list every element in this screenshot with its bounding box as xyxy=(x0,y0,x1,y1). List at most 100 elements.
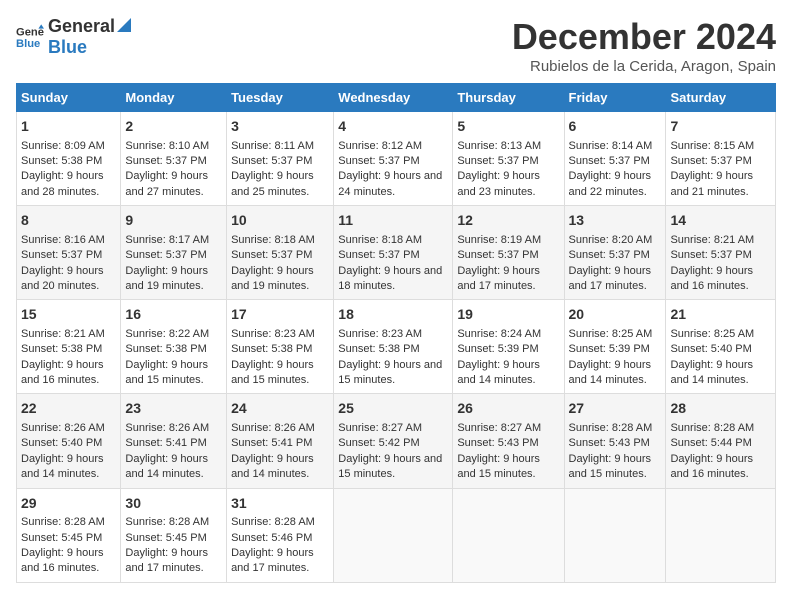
calendar-cell: 30 Sunrise: 8:28 AM Sunset: 5:45 PM Dayl… xyxy=(121,488,227,582)
sunrise-text: Sunrise: 8:28 AM xyxy=(21,516,105,528)
daylight-text: Daylight: 9 hours and 15 minutes. xyxy=(569,453,652,480)
calendar-week-row: 22 Sunrise: 8:26 AM Sunset: 5:40 PM Dayl… xyxy=(17,394,776,488)
calendar-cell: 11 Sunrise: 8:18 AM Sunset: 5:37 PM Dayl… xyxy=(334,206,453,300)
daylight-text: Daylight: 9 hours and 14 minutes. xyxy=(569,359,652,386)
calendar-cell: 4 Sunrise: 8:12 AM Sunset: 5:37 PM Dayli… xyxy=(334,112,453,206)
calendar-cell: 18 Sunrise: 8:23 AM Sunset: 5:38 PM Dayl… xyxy=(334,300,453,394)
sunset-text: Sunset: 5:43 PM xyxy=(569,437,650,449)
sunrise-text: Sunrise: 8:20 AM xyxy=(569,234,653,246)
day-number: 21 xyxy=(670,305,771,325)
sunset-text: Sunset: 5:37 PM xyxy=(231,155,312,167)
sunset-text: Sunset: 5:37 PM xyxy=(457,155,538,167)
sunrise-text: Sunrise: 8:25 AM xyxy=(569,328,653,340)
day-number: 20 xyxy=(569,305,662,325)
sunrise-text: Sunrise: 8:15 AM xyxy=(670,140,754,152)
calendar-table: SundayMondayTuesdayWednesdayThursdayFrid… xyxy=(16,83,776,583)
calendar-cell xyxy=(453,488,564,582)
sunset-text: Sunset: 5:37 PM xyxy=(670,249,751,261)
sunset-text: Sunset: 5:38 PM xyxy=(21,155,102,167)
day-number: 5 xyxy=(457,117,559,137)
daylight-text: Daylight: 9 hours and 15 minutes. xyxy=(231,359,314,386)
day-number: 4 xyxy=(338,117,448,137)
calendar-week-row: 29 Sunrise: 8:28 AM Sunset: 5:45 PM Dayl… xyxy=(17,488,776,582)
daylight-text: Daylight: 9 hours and 19 minutes. xyxy=(125,265,208,292)
location-title: Rubielos de la Cerida, Aragon, Spain xyxy=(512,58,776,75)
day-number: 28 xyxy=(670,399,771,419)
header-day: Saturday xyxy=(666,84,776,112)
daylight-text: Daylight: 9 hours and 16 minutes. xyxy=(670,453,753,480)
calendar-week-row: 15 Sunrise: 8:21 AM Sunset: 5:38 PM Dayl… xyxy=(17,300,776,394)
sunrise-text: Sunrise: 8:13 AM xyxy=(457,140,541,152)
calendar-cell: 7 Sunrise: 8:15 AM Sunset: 5:37 PM Dayli… xyxy=(666,112,776,206)
logo: General Blue General Blue xyxy=(16,16,131,58)
sunrise-text: Sunrise: 8:16 AM xyxy=(21,234,105,246)
calendar-cell: 23 Sunrise: 8:26 AM Sunset: 5:41 PM Dayl… xyxy=(121,394,227,488)
logo-general: General xyxy=(48,16,115,37)
calendar-cell: 22 Sunrise: 8:26 AM Sunset: 5:40 PM Dayl… xyxy=(17,394,121,488)
daylight-text: Daylight: 9 hours and 20 minutes. xyxy=(21,265,104,292)
calendar-cell: 16 Sunrise: 8:22 AM Sunset: 5:38 PM Dayl… xyxy=(121,300,227,394)
day-number: 1 xyxy=(21,117,116,137)
day-number: 25 xyxy=(338,399,448,419)
day-number: 8 xyxy=(21,211,116,231)
daylight-text: Daylight: 9 hours and 17 minutes. xyxy=(231,547,314,574)
daylight-text: Daylight: 9 hours and 21 minutes. xyxy=(670,170,753,197)
sunrise-text: Sunrise: 8:26 AM xyxy=(21,422,105,434)
sunrise-text: Sunrise: 8:23 AM xyxy=(338,328,422,340)
sunrise-text: Sunrise: 8:27 AM xyxy=(457,422,541,434)
calendar-cell: 15 Sunrise: 8:21 AM Sunset: 5:38 PM Dayl… xyxy=(17,300,121,394)
calendar-week-row: 1 Sunrise: 8:09 AM Sunset: 5:38 PM Dayli… xyxy=(17,112,776,206)
daylight-text: Daylight: 9 hours and 14 minutes. xyxy=(21,453,104,480)
day-number: 11 xyxy=(338,211,448,231)
calendar-cell: 24 Sunrise: 8:26 AM Sunset: 5:41 PM Dayl… xyxy=(227,394,334,488)
sunrise-text: Sunrise: 8:14 AM xyxy=(569,140,653,152)
calendar-cell: 25 Sunrise: 8:27 AM Sunset: 5:42 PM Dayl… xyxy=(334,394,453,488)
sunrise-text: Sunrise: 8:19 AM xyxy=(457,234,541,246)
calendar-cell: 17 Sunrise: 8:23 AM Sunset: 5:38 PM Dayl… xyxy=(227,300,334,394)
daylight-text: Daylight: 9 hours and 19 minutes. xyxy=(231,265,314,292)
daylight-text: Daylight: 9 hours and 18 minutes. xyxy=(338,265,442,292)
sunset-text: Sunset: 5:41 PM xyxy=(125,437,206,449)
sunrise-text: Sunrise: 8:22 AM xyxy=(125,328,209,340)
sunset-text: Sunset: 5:45 PM xyxy=(21,532,102,544)
daylight-text: Daylight: 9 hours and 16 minutes. xyxy=(670,265,753,292)
day-number: 6 xyxy=(569,117,662,137)
sunrise-text: Sunrise: 8:09 AM xyxy=(21,140,105,152)
sunrise-text: Sunrise: 8:26 AM xyxy=(125,422,209,434)
day-number: 19 xyxy=(457,305,559,325)
daylight-text: Daylight: 9 hours and 15 minutes. xyxy=(457,453,540,480)
calendar-cell: 2 Sunrise: 8:10 AM Sunset: 5:37 PM Dayli… xyxy=(121,112,227,206)
sunset-text: Sunset: 5:46 PM xyxy=(231,532,312,544)
daylight-text: Daylight: 9 hours and 25 minutes. xyxy=(231,170,314,197)
daylight-text: Daylight: 9 hours and 15 minutes. xyxy=(338,359,442,386)
sunset-text: Sunset: 5:37 PM xyxy=(125,249,206,261)
sunrise-text: Sunrise: 8:17 AM xyxy=(125,234,209,246)
day-number: 14 xyxy=(670,211,771,231)
calendar-cell: 28 Sunrise: 8:28 AM Sunset: 5:44 PM Dayl… xyxy=(666,394,776,488)
calendar-cell: 1 Sunrise: 8:09 AM Sunset: 5:38 PM Dayli… xyxy=(17,112,121,206)
daylight-text: Daylight: 9 hours and 24 minutes. xyxy=(338,170,442,197)
calendar-cell: 12 Sunrise: 8:19 AM Sunset: 5:37 PM Dayl… xyxy=(453,206,564,300)
logo-blue: Blue xyxy=(48,37,87,57)
calendar-cell: 13 Sunrise: 8:20 AM Sunset: 5:37 PM Dayl… xyxy=(564,206,666,300)
calendar-cell: 6 Sunrise: 8:14 AM Sunset: 5:37 PM Dayli… xyxy=(564,112,666,206)
calendar-cell: 10 Sunrise: 8:18 AM Sunset: 5:37 PM Dayl… xyxy=(227,206,334,300)
sunrise-text: Sunrise: 8:12 AM xyxy=(338,140,422,152)
sunset-text: Sunset: 5:43 PM xyxy=(457,437,538,449)
day-number: 23 xyxy=(125,399,222,419)
day-number: 7 xyxy=(670,117,771,137)
daylight-text: Daylight: 9 hours and 15 minutes. xyxy=(125,359,208,386)
sunrise-text: Sunrise: 8:21 AM xyxy=(670,234,754,246)
day-number: 30 xyxy=(125,494,222,514)
sunrise-text: Sunrise: 8:28 AM xyxy=(569,422,653,434)
header-day: Wednesday xyxy=(334,84,453,112)
sunrise-text: Sunrise: 8:28 AM xyxy=(670,422,754,434)
calendar-cell: 31 Sunrise: 8:28 AM Sunset: 5:46 PM Dayl… xyxy=(227,488,334,582)
sunrise-text: Sunrise: 8:28 AM xyxy=(125,516,209,528)
sunset-text: Sunset: 5:40 PM xyxy=(670,343,751,355)
sunset-text: Sunset: 5:39 PM xyxy=(457,343,538,355)
header-day: Sunday xyxy=(17,84,121,112)
day-number: 17 xyxy=(231,305,329,325)
sunset-text: Sunset: 5:38 PM xyxy=(338,343,419,355)
header-row: SundayMondayTuesdayWednesdayThursdayFrid… xyxy=(17,84,776,112)
